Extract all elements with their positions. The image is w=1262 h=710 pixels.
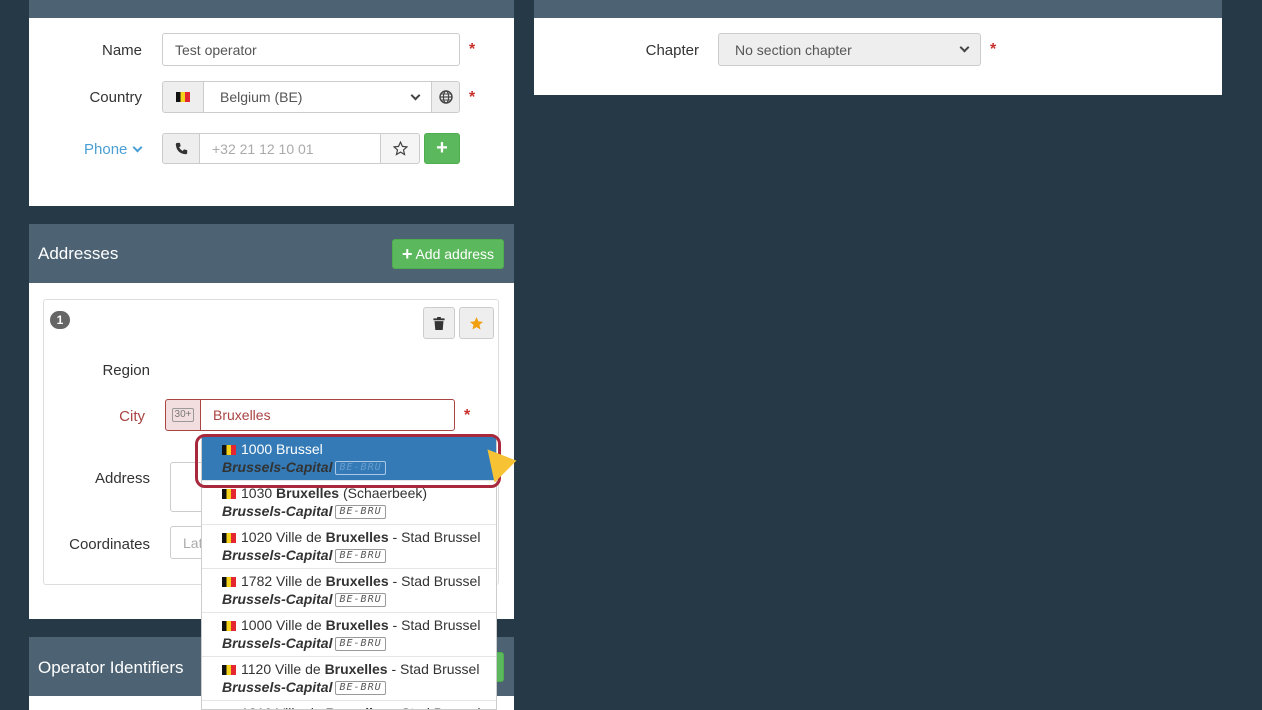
chapter-select[interactable]: No section chapter [718,33,981,66]
city-input[interactable]: Bruxelles [200,399,455,431]
belgium-flag-icon [222,533,236,544]
belgium-flag-icon [222,489,236,500]
chevron-down-icon [410,90,421,100]
suggestion-region-code: BE-BRU [335,549,386,564]
cursor-pointer-icon [487,443,520,483]
phone-label: Phone [84,141,128,158]
chapter-required: * [990,41,997,58]
address-label: Address [94,470,150,487]
city-suggestion-item[interactable]: 1020 Ville de Bruxelles - Stad Brussel Br… [202,525,496,569]
phone-placeholder: +32 21 12 10 01 [212,140,314,157]
region-label: Region [102,362,150,379]
star-outline-icon [392,141,408,156]
add-address-label: Add address [415,246,495,262]
suggestion-match: Bruxelles [326,705,389,709]
identifiers-title: Operator Identifiers [38,658,184,677]
phone-addon [162,133,200,164]
plus-icon: + [401,243,413,264]
country-required: * [469,89,476,106]
suggestion-region: Brussels-Capital [222,591,333,607]
globe-button[interactable] [431,81,460,113]
primary-address-button[interactable] [459,307,494,339]
city-suggestion-item[interactable]: 1120 Ville de Bruxelles - Stad Brussel Br… [202,657,496,701]
country-select-value: Belgium (BE) [220,89,303,105]
suggestion-match: Bruxelles [325,617,389,633]
operator-details-header [29,0,514,18]
suggestion-region-code: BE-BRU [335,505,386,520]
city-required: * [464,407,471,424]
chevron-down-icon [132,142,143,153]
suggestion-text: 1000 Ville de [241,617,326,633]
chapter-select-value: No section chapter [735,41,852,58]
country-label: Country [89,89,142,106]
suggestion-text: 1782 Ville de [241,573,326,589]
suggestion-region: Brussels-Capital [222,679,333,695]
suggestion-region-code: BE-BRU [335,593,386,608]
suggestion-text: 1020 Ville de [241,529,326,545]
city-suggestion-item[interactable]: 1000 Ville de Bruxelles - Stad Brussel Br… [202,613,496,657]
name-required: * [469,41,476,58]
suggestion-text-suffix: - Stad Brussel [388,573,481,589]
suggestion-text-suffix: - Stad Brussel [388,617,481,633]
name-label: Name [101,42,142,59]
chapter-header [534,0,1222,18]
globe-icon [438,90,453,104]
plus-icon: + [436,137,448,159]
suggestion-text-suffix: - Stad Brussel [389,705,481,709]
belgium-flag-icon [222,621,236,632]
coordinates-label: Coordinates [69,536,150,553]
chevron-down-icon [959,42,970,53]
belgium-flag-icon [222,577,236,588]
suggestion-match: Bruxelles [325,573,389,589]
suggestion-text: 1120 Ville de [241,661,325,677]
suggestion-region-code: BE-BRU [335,637,386,652]
addresses-title: Addresses [38,244,119,263]
suggestion-text-suffix: - Stad Brussel [387,661,480,677]
suggestion-region-code: BE-BRU [335,681,386,696]
phone-input[interactable]: +32 21 12 10 01 [199,133,381,164]
suggestion-region: Brussels-Capital [222,547,333,563]
suggestion-text-suffix: - Stad Brussel [388,529,481,545]
suggestion-text: 1210 Ville de [241,705,326,709]
chapter-label: Chapter [645,42,699,59]
belgium-flag-icon [222,665,236,676]
city-count-badge: 30+ [171,408,195,422]
suggestion-match: Bruxelles [325,529,389,545]
add-phone-button[interactable]: + [424,133,460,164]
city-label: City [119,408,145,425]
name-input[interactable]: Test operator [162,33,460,66]
country-select[interactable]: Belgium (BE) [203,81,432,113]
suggestion-region: Brussels-Capital [222,503,333,519]
addresses-header: Addresses + Add address [29,224,514,283]
city-suggestion-item[interactable]: 1210 Ville de Bruxelles - Stad Brussel [202,701,496,709]
phone-type-toggle[interactable]: Phone [84,141,143,158]
city-count-addon: 30+ [165,399,201,431]
suggestion-region: Brussels-Capital [222,635,333,651]
phone-icon [175,142,187,155]
trash-icon [433,316,445,330]
star-icon [469,316,484,329]
country-flag-addon [162,81,204,113]
suggestion-match: Bruxelles [324,661,388,677]
city-suggestion-item[interactable]: 1782 Ville de Bruxelles - Stad Brussel Br… [202,569,496,613]
highlight-outline [195,434,501,488]
latitude-placeholder: Lat [183,534,203,551]
address-index-badge: 1 [50,311,70,329]
add-address-button[interactable]: + Add address [392,239,504,269]
delete-address-button[interactable] [423,307,455,339]
belgium-flag-icon [176,92,190,102]
phone-favorite-button[interactable] [380,133,420,164]
